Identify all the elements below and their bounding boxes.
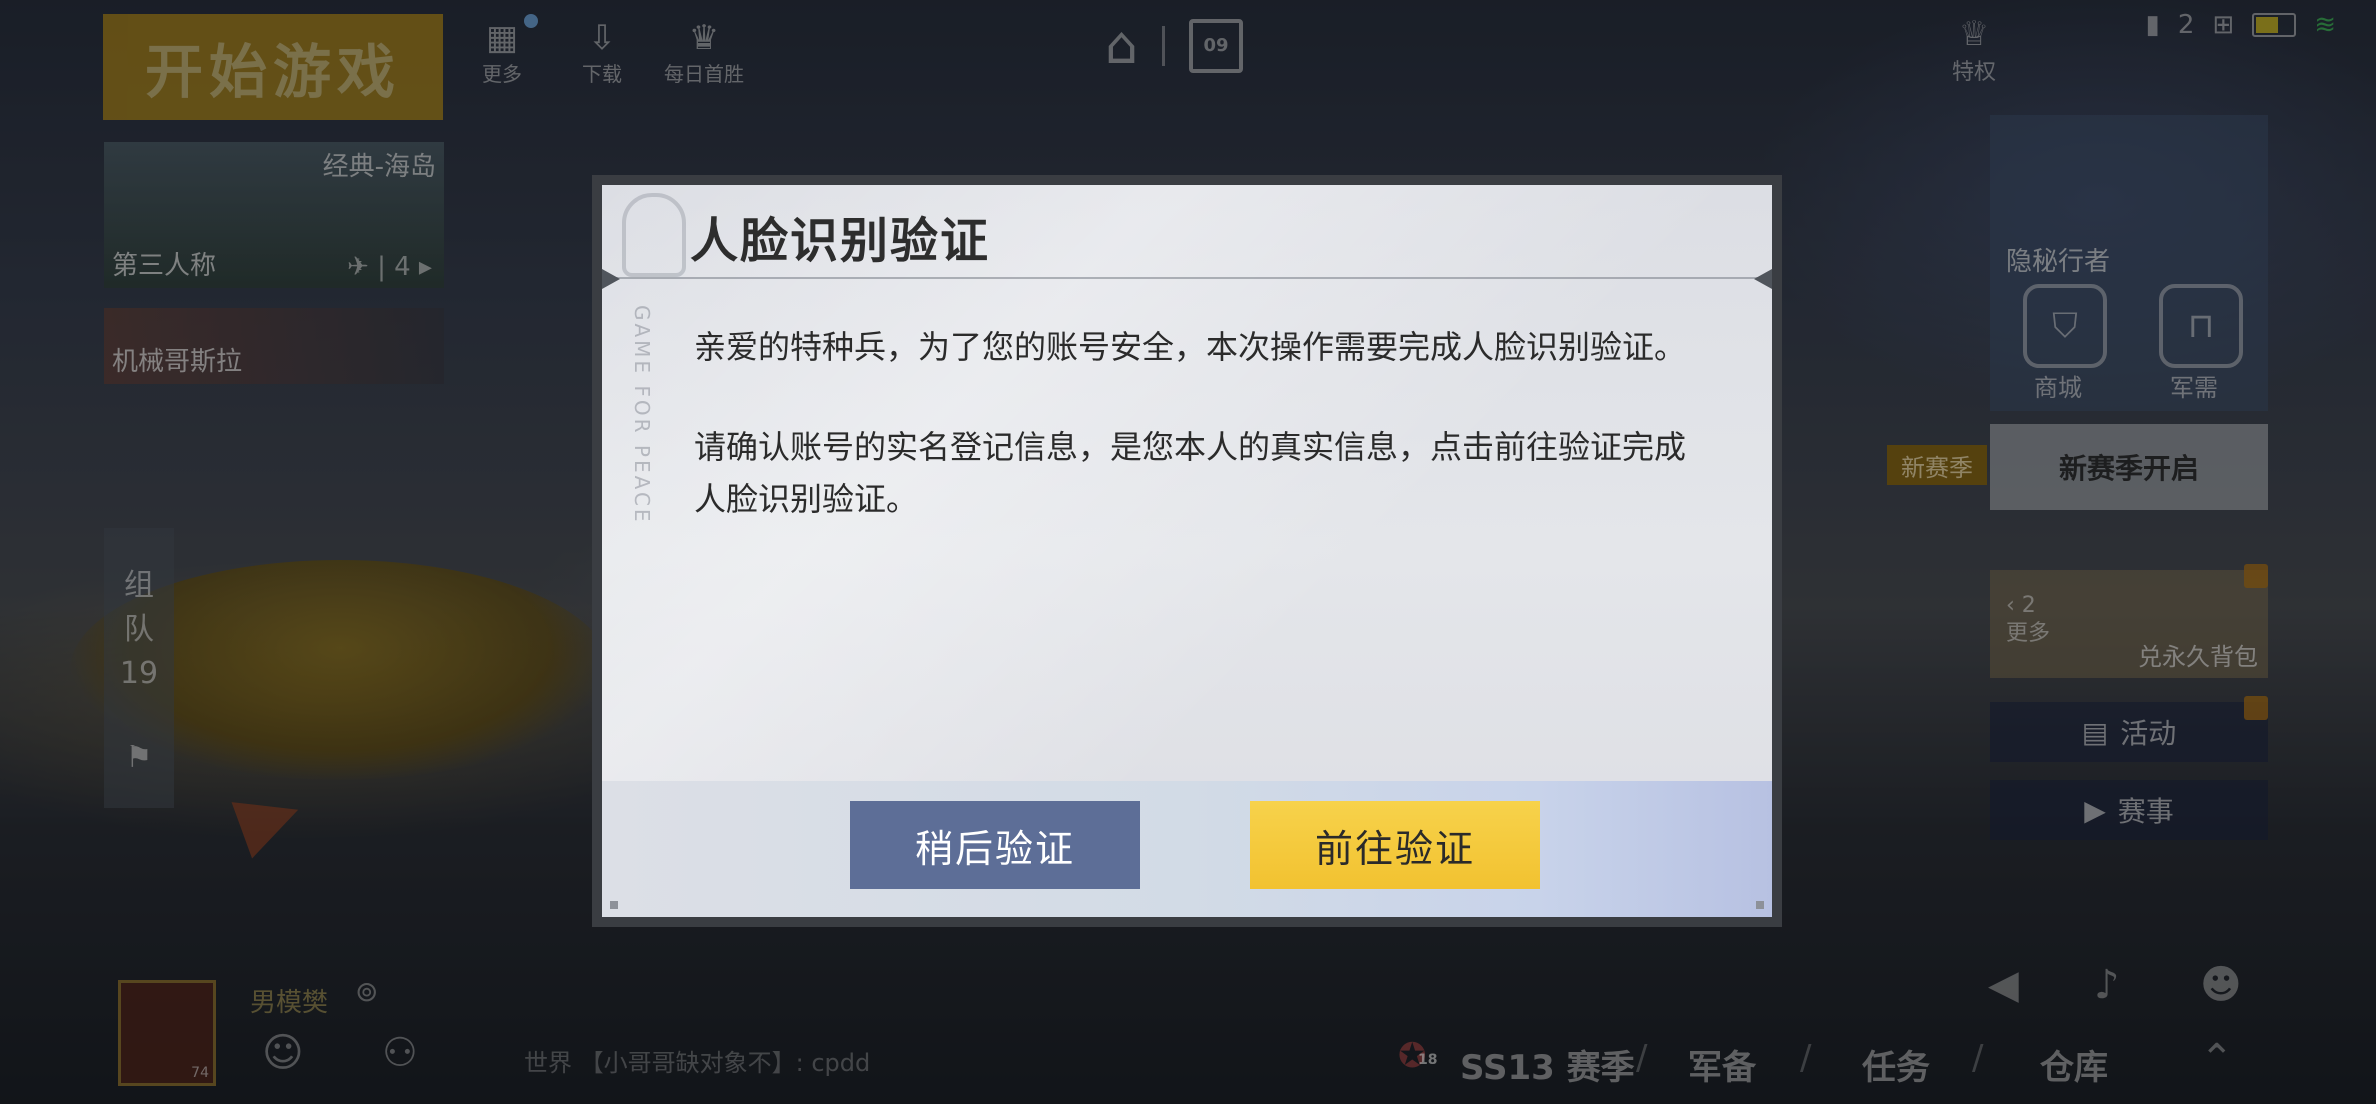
dialog-paragraph-1: 亲爱的特种兵，为了您的账号安全，本次操作需要完成人脸识别验证。 <box>694 328 1687 366</box>
divider-notch-right <box>1754 269 1772 289</box>
title-divider <box>602 277 1772 279</box>
game-logo-mark <box>622 193 686 277</box>
face-verification-dialog: 人脸识别验证 GAME FOR PEACE 亲爱的特种兵，为了您的账号安全，本次… <box>592 175 1782 927</box>
dialog-paragraph-2: 请确认账号的实名登记信息，是您本人的真实信息，点击前往验证完成人脸识别验证。 <box>694 428 1687 518</box>
watermark-text: GAME FOR PEACE <box>630 305 654 525</box>
dialog-panel: 人脸识别验证 GAME FOR PEACE 亲爱的特种兵，为了您的账号安全，本次… <box>602 185 1772 917</box>
dialog-title: 人脸识别验证 <box>690 213 991 269</box>
divider-notch-left <box>602 269 620 289</box>
go-verify-button[interactable]: 前往验证 <box>1250 801 1540 889</box>
corner-marker <box>610 901 618 909</box>
corner-marker <box>1756 901 1764 909</box>
verify-later-button[interactable]: 稍后验证 <box>850 801 1140 889</box>
dialog-footer <box>602 781 1772 917</box>
dialog-body: 亲爱的特种兵，为了您的账号安全，本次操作需要完成人脸识别验证。 请确认账号的实名… <box>694 321 1704 573</box>
